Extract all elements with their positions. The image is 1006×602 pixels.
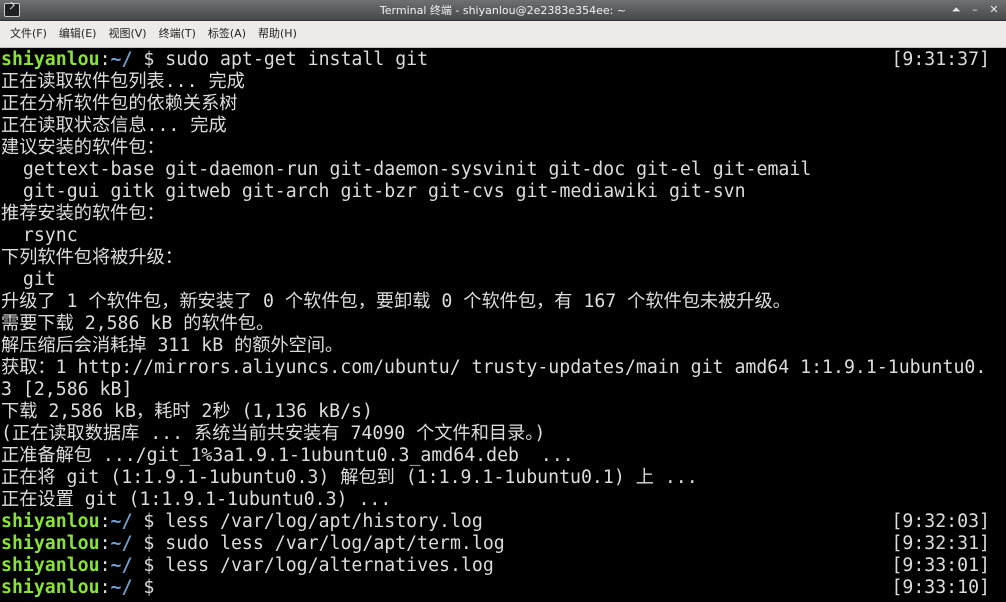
- prompt-path: ~/: [110, 511, 133, 532]
- title-bar[interactable]: Terminal 终端 - shiyanlou@2e2383e354ee: ~ …: [0, 0, 1006, 21]
- prompt-line: shiyanlou:~/ $ sudo apt-get install git: [1, 49, 428, 71]
- prompt-path: ~/: [110, 533, 133, 554]
- prompt-symbol: $: [132, 555, 166, 576]
- prompt-line: shiyanlou:~/ $ less /var/log/apt/history…: [1, 511, 483, 533]
- prompt-separator: :: [99, 577, 111, 598]
- output-line: 解压缩后会消耗掉 311 kB 的额外空间。: [1, 335, 344, 356]
- output-line: gettext-base git-daemon-run git-daemon-s…: [1, 159, 812, 180]
- prompt-separator: :: [99, 511, 111, 532]
- command-timestamp: [9:33:01]: [891, 555, 990, 576]
- prompt-path: ~/: [110, 577, 133, 598]
- command-timestamp: [9:32:03]: [891, 511, 990, 532]
- menu-edit[interactable]: 编辑(E): [53, 23, 103, 45]
- prompt-user: shiyanlou: [1, 511, 100, 532]
- command-text: sudo less /var/log/apt/term.log: [165, 533, 505, 554]
- prompt-symbol: $: [132, 49, 166, 70]
- output-line: git: [1, 269, 56, 290]
- close-window-icon[interactable]: ✕: [986, 2, 1002, 18]
- terminal-window: Terminal 终端 - shiyanlou@2e2383e354ee: ~ …: [0, 0, 1006, 602]
- command-timestamp: [9:32:31]: [891, 533, 990, 554]
- output-line: (正在读取数据库 ... 系统当前共安装有 74090 个文件和目录。): [1, 423, 546, 444]
- window-title: Terminal 终端 - shiyanlou@2e2383e354ee: ~: [379, 4, 627, 17]
- prompt-separator: :: [99, 533, 111, 554]
- window-controls: ⏶ – ✕: [948, 2, 1002, 18]
- output-line: 下列软件包将被升级：: [1, 247, 183, 268]
- menu-help[interactable]: 帮助(H): [252, 23, 303, 45]
- prompt-symbol: $: [132, 511, 166, 532]
- menu-terminal[interactable]: 终端(T): [153, 23, 202, 45]
- output-line: 建议安装的软件包：: [1, 137, 165, 158]
- minimize-window-icon[interactable]: –: [967, 2, 983, 18]
- menu-file[interactable]: 文件(F): [4, 23, 53, 45]
- menu-tabs[interactable]: 标签(A): [202, 23, 252, 45]
- menu-view[interactable]: 视图(V): [102, 23, 152, 45]
- prompt-user: shiyanlou: [1, 555, 100, 576]
- output-line: 正在将 git (1:1.9.1-1ubuntu0.3) 解包到 (1:1.9.…: [1, 467, 698, 488]
- output-line: git-gui gitk gitweb git-arch git-bzr git…: [1, 181, 746, 202]
- output-line: 正在读取软件包列表... 完成: [1, 71, 245, 92]
- output-line: 正准备解包 .../git_1%3a1.9.1-1ubuntu0.3_amd64…: [1, 445, 574, 466]
- prompt-user: shiyanlou: [1, 577, 100, 598]
- prompt-user: shiyanlou: [1, 533, 100, 554]
- output-line: 下载 2,586 kB，耗时 2秒 (1,136 kB/s): [1, 401, 373, 422]
- output-line: rsync: [1, 225, 78, 246]
- prompt-separator: :: [99, 555, 111, 576]
- output-line: 正在分析软件包的依赖关系树: [1, 93, 238, 114]
- output-line: 升级了 1 个软件包，新安装了 0 个软件包，要卸载 0 个软件包，有 167 …: [1, 291, 791, 312]
- prompt-symbol: $: [132, 533, 166, 554]
- output-line: 正在设置 git (1:1.9.1-1ubuntu0.3) ...: [1, 489, 392, 510]
- output-line: 推荐安装的软件包：: [1, 203, 165, 224]
- shade-window-icon[interactable]: ⏶: [948, 2, 964, 18]
- command-text: less /var/log/alternatives.log: [165, 555, 494, 576]
- output-line: 需要下载 2,586 kB 的软件包。: [1, 313, 275, 334]
- prompt-symbol: $: [132, 577, 166, 598]
- prompt-line: shiyanlou:~/ $ sudo less /var/log/apt/te…: [1, 533, 505, 555]
- prompt-separator: :: [99, 49, 111, 70]
- text-cursor: [165, 579, 176, 597]
- prompt-line: shiyanlou:~/ $: [1, 577, 176, 599]
- command-timestamp: [9:31:37]: [891, 49, 990, 70]
- command-text: sudo apt-get install git: [165, 49, 429, 70]
- prompt-user: shiyanlou: [1, 49, 100, 70]
- prompt-line: shiyanlou:~/ $ less /var/log/alternative…: [1, 555, 494, 577]
- prompt-path: ~/: [110, 49, 133, 70]
- output-line: 正在读取状态信息... 完成: [1, 115, 227, 136]
- output-line: 获取：1 http://mirrors.aliyuncs.com/ubuntu/…: [1, 357, 987, 378]
- command-timestamp: [9:33:10]: [891, 577, 990, 598]
- command-text: less /var/log/apt/history.log: [165, 511, 483, 532]
- menu-bar: 文件(F) 编辑(E) 视图(V) 终端(T) 标签(A) 帮助(H): [0, 21, 1006, 48]
- prompt-path: ~/: [110, 555, 133, 576]
- terminal-output-area[interactable]: shiyanlou:~/ $ sudo apt-get install git …: [0, 48, 1006, 602]
- output-line: 3 [2,586 kB]: [1, 379, 133, 400]
